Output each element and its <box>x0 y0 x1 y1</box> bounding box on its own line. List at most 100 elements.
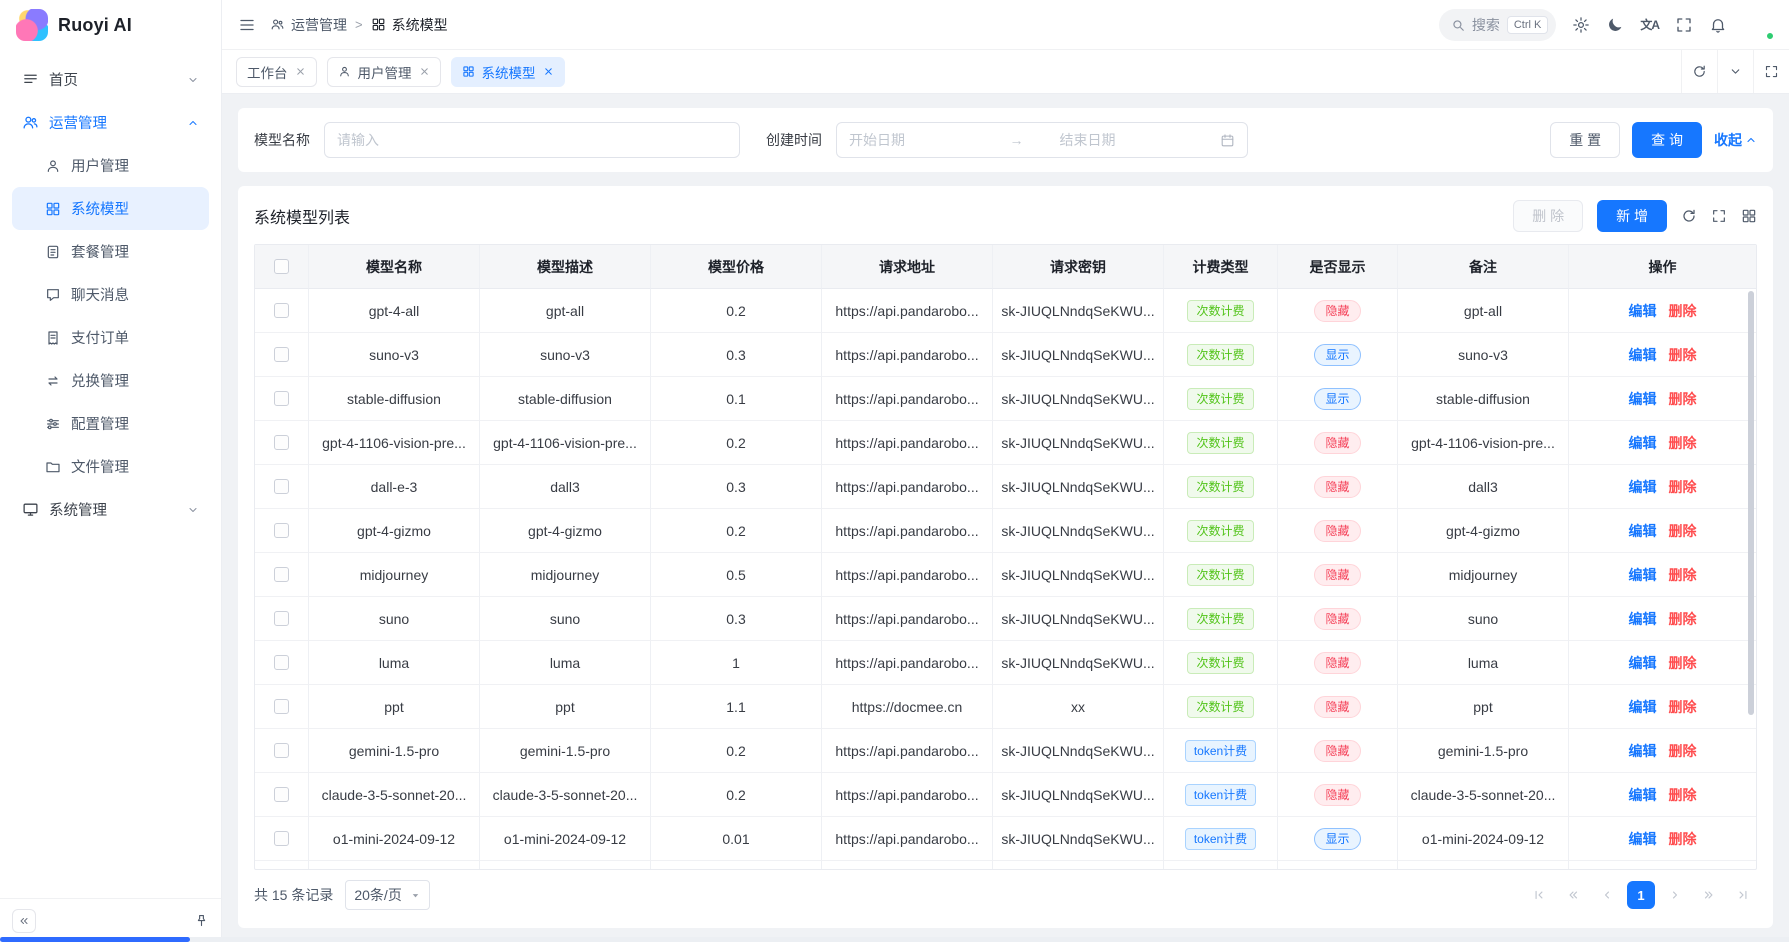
tab-workbench[interactable]: 工作台 <box>236 57 317 87</box>
close-icon[interactable] <box>295 66 306 77</box>
delete-link[interactable]: 删除 <box>1669 565 1697 585</box>
breadcrumb-item-current[interactable]: 系统模型 <box>371 15 448 35</box>
user-avatar[interactable] <box>1743 10 1773 40</box>
row-checkbox[interactable] <box>274 347 289 362</box>
edit-link[interactable]: 编辑 <box>1629 785 1657 805</box>
edit-link[interactable]: 编辑 <box>1629 389 1657 409</box>
delete-link[interactable]: 删除 <box>1669 477 1697 497</box>
pin-sidebar-icon[interactable] <box>194 913 209 928</box>
cell-billing-type: 次数计费 <box>1164 509 1278 553</box>
jump-prev-button[interactable] <box>1559 881 1587 909</box>
current-page-button[interactable]: 1 <box>1627 881 1655 909</box>
delete-link[interactable]: 删除 <box>1669 389 1697 409</box>
delete-link[interactable]: 删除 <box>1669 521 1697 541</box>
maximize-content-icon[interactable] <box>1753 50 1789 93</box>
model-name-input[interactable] <box>324 122 740 158</box>
close-icon[interactable] <box>543 66 554 77</box>
collapse-filter-link[interactable]: 收起 <box>1714 130 1757 150</box>
settings-gear-icon[interactable] <box>1572 16 1590 34</box>
reset-button[interactable]: 重 置 <box>1550 122 1620 158</box>
edit-link[interactable]: 编辑 <box>1629 609 1657 629</box>
sidebar-item-payment-orders[interactable]: 支付订单 <box>12 316 209 359</box>
edit-link[interactable]: 编辑 <box>1629 829 1657 849</box>
row-checkbox[interactable] <box>274 743 289 758</box>
row-checkbox[interactable] <box>274 303 289 318</box>
hamburger-menu-icon[interactable] <box>238 16 256 34</box>
notification-bell-icon[interactable] <box>1709 16 1727 34</box>
edit-link[interactable]: 编辑 <box>1629 301 1657 321</box>
row-checkbox[interactable] <box>274 479 289 494</box>
row-checkbox[interactable] <box>274 699 289 714</box>
sidebar-item-system-model[interactable]: 系统模型 <box>12 187 209 230</box>
first-page-button[interactable] <box>1525 881 1553 909</box>
tab-user-management[interactable]: 用户管理 <box>327 57 441 87</box>
delete-link[interactable]: 删除 <box>1669 345 1697 365</box>
row-checkbox[interactable] <box>274 435 289 450</box>
sidebar-item-package-management[interactable]: 套餐管理 <box>12 230 209 273</box>
sidebar-item-home[interactable]: 首页 <box>12 58 209 101</box>
last-page-button[interactable] <box>1729 881 1757 909</box>
delete-link[interactable]: 删除 <box>1669 697 1697 717</box>
translate-icon[interactable]: 文A <box>1640 16 1659 33</box>
row-checkbox[interactable] <box>274 611 289 626</box>
sidebar-item-chat-messages[interactable]: 聊天消息 <box>12 273 209 316</box>
table-scrollbar-thumb[interactable] <box>1748 291 1754 715</box>
dark-mode-moon-icon[interactable] <box>1606 16 1624 34</box>
jump-next-button[interactable] <box>1695 881 1723 909</box>
edit-link[interactable]: 编辑 <box>1629 697 1657 717</box>
row-checkbox[interactable] <box>274 523 289 538</box>
edit-link[interactable]: 编辑 <box>1629 565 1657 585</box>
edit-link[interactable]: 编辑 <box>1629 653 1657 673</box>
collapse-sidebar-button[interactable] <box>12 909 36 933</box>
row-checkbox[interactable] <box>274 831 289 846</box>
delete-link[interactable]: 删除 <box>1669 829 1697 849</box>
row-checkbox[interactable] <box>274 787 289 802</box>
delete-link[interactable]: 删除 <box>1669 785 1697 805</box>
edit-link[interactable]: 编辑 <box>1629 477 1657 497</box>
delete-link[interactable]: 删除 <box>1669 741 1697 761</box>
cell-visibility: 隐藏 <box>1278 509 1398 553</box>
sidebar-item-config-management[interactable]: 配置管理 <box>12 402 209 445</box>
column-settings-icon[interactable] <box>1741 208 1757 224</box>
delete-link[interactable]: 删除 <box>1669 609 1697 629</box>
sidebar-item-system-management[interactable]: 系统管理 <box>12 488 209 531</box>
tab-system-model[interactable]: 系统模型 <box>451 57 565 87</box>
row-checkbox[interactable] <box>274 655 289 670</box>
refresh-table-icon[interactable] <box>1681 208 1697 224</box>
select-all-checkbox[interactable] <box>274 259 289 274</box>
filter-panel: 模型名称 创建时间 开始日期 → 结束日期 重 置 查 询 收起 <box>238 108 1773 172</box>
row-checkbox[interactable] <box>274 567 289 582</box>
fullscreen-icon[interactable] <box>1675 16 1693 34</box>
cell-remark: stable-diffusion <box>1398 377 1569 421</box>
sidebar-item-file-management[interactable]: 文件管理 <box>12 445 209 488</box>
page-size-select[interactable]: 20条/页 <box>345 880 429 910</box>
prev-page-button[interactable] <box>1593 881 1621 909</box>
delete-link[interactable]: 删除 <box>1669 433 1697 453</box>
row-checkbox[interactable] <box>274 391 289 406</box>
delete-link[interactable]: 删除 <box>1669 301 1697 321</box>
cell-request-key: sk-JIUQLNndqSeKWU... <box>993 729 1164 773</box>
breadcrumb-separator: > <box>355 17 363 32</box>
tab-options-chevron-icon[interactable] <box>1717 50 1753 93</box>
add-button[interactable]: 新 增 <box>1597 200 1667 232</box>
refresh-tab-icon[interactable] <box>1681 50 1717 93</box>
horizontal-scrollbar-track[interactable] <box>0 937 1789 942</box>
delete-selected-button[interactable]: 删 除 <box>1513 200 1583 232</box>
close-icon[interactable] <box>419 66 430 77</box>
query-button[interactable]: 查 询 <box>1632 122 1702 158</box>
sidebar-item-user-management[interactable]: 用户管理 <box>12 144 209 187</box>
delete-link[interactable]: 删除 <box>1669 653 1697 673</box>
global-search[interactable]: 搜索 Ctrl K <box>1439 9 1557 41</box>
sidebar-item-operation[interactable]: 运营管理 <box>12 101 209 144</box>
edit-link[interactable]: 编辑 <box>1629 345 1657 365</box>
create-time-range-picker[interactable]: 开始日期 → 结束日期 <box>836 122 1248 158</box>
edit-link[interactable]: 编辑 <box>1629 521 1657 541</box>
breadcrumb-item-operation[interactable]: 运营管理 <box>270 15 347 35</box>
edit-link[interactable]: 编辑 <box>1629 741 1657 761</box>
brand[interactable]: Ruoyi AI <box>0 0 221 50</box>
next-page-button[interactable] <box>1661 881 1689 909</box>
horizontal-scrollbar-thumb[interactable] <box>0 937 190 942</box>
edit-link[interactable]: 编辑 <box>1629 433 1657 453</box>
fullscreen-table-icon[interactable] <box>1711 208 1727 224</box>
sidebar-item-exchange-management[interactable]: 兑换管理 <box>12 359 209 402</box>
